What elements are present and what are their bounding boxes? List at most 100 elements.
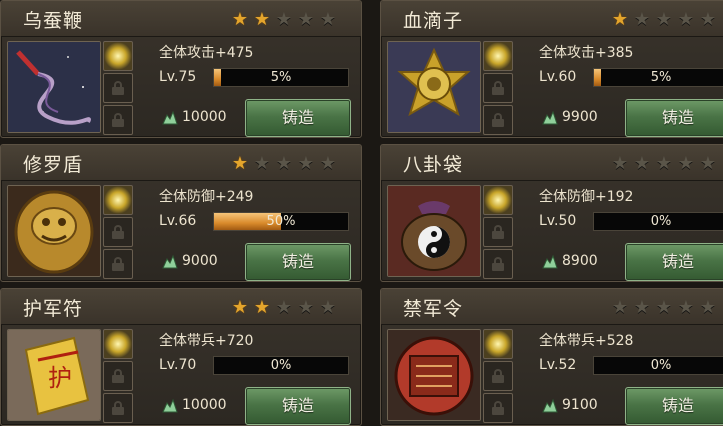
lock-icon xyxy=(492,257,504,271)
forge-button[interactable]: 铸造 xyxy=(245,243,351,281)
star-icon: ★ xyxy=(319,297,337,318)
lock-icon xyxy=(492,369,504,383)
card-title-bar: 血滴子 ★ ★ ★ ★ ★ xyxy=(381,1,723,37)
equipment-card: 禁军令 ★ ★ ★ ★ ★ 全体带兵+528 Lv.52 0% 9100 铸造 xyxy=(380,288,723,426)
gem-slot-icon[interactable] xyxy=(483,185,513,215)
card-title-bar: 护军符 ★ ★ ★ ★ ★ xyxy=(1,289,361,325)
star-icon: ★ xyxy=(633,9,651,30)
progress-bar: 0% xyxy=(593,212,723,231)
star-rating: ★ ★ ★ ★ ★ xyxy=(229,298,339,318)
star-icon: ★ xyxy=(655,9,673,30)
forge-cost: 10000 xyxy=(182,109,227,125)
locked-slot[interactable] xyxy=(483,217,513,247)
star-icon: ★ xyxy=(297,297,315,318)
progress-bar: 0% xyxy=(213,356,349,375)
locked-slot[interactable] xyxy=(103,73,133,103)
forge-cost: 9900 xyxy=(562,109,598,125)
progress-percent: 0% xyxy=(650,358,672,373)
stat-bonus: 全体带兵+528 xyxy=(539,333,634,349)
star-icon: ★ xyxy=(319,153,337,174)
level-label: Lv.52 xyxy=(539,357,577,373)
forge-button[interactable]: 铸造 xyxy=(625,387,723,425)
locked-slot[interactable] xyxy=(103,393,133,423)
equipment-card: 八卦袋 ★ ★ ★ ★ ★ 全体防御+192 Lv.50 0% 8900 铸造 xyxy=(380,144,723,282)
locked-slot[interactable] xyxy=(483,393,513,423)
star-icon: ★ xyxy=(699,153,717,174)
talisman-icon[interactable]: 护 xyxy=(7,329,101,421)
level-label: Lv.75 xyxy=(159,69,197,85)
level-label: Lv.66 xyxy=(159,213,197,229)
flying-guillotine-icon[interactable] xyxy=(387,41,481,133)
gem-slot-icon[interactable] xyxy=(103,185,133,215)
star-icon: ★ xyxy=(253,9,271,30)
star-icon: ★ xyxy=(253,297,271,318)
star-icon: ★ xyxy=(231,9,249,30)
lock-icon xyxy=(492,225,504,239)
equipment-name: 乌蚕鞭 xyxy=(23,10,84,32)
gem-slot-icon[interactable] xyxy=(103,329,133,359)
gem-slots xyxy=(483,41,513,137)
progress-bar: 0% xyxy=(593,356,723,375)
star-icon: ★ xyxy=(611,297,629,318)
lock-icon xyxy=(112,257,124,271)
material-icon xyxy=(542,398,558,413)
star-icon: ★ xyxy=(699,297,717,318)
star-rating: ★ ★ ★ ★ ★ xyxy=(229,154,339,174)
card-title-bar: 修罗盾 ★ ★ ★ ★ ★ xyxy=(1,145,361,181)
equipment-name: 八卦袋 xyxy=(403,154,464,176)
forge-button[interactable]: 铸造 xyxy=(625,243,723,281)
locked-slot[interactable] xyxy=(483,361,513,391)
star-icon: ★ xyxy=(633,297,651,318)
star-icon: ★ xyxy=(231,297,249,318)
star-icon: ★ xyxy=(275,153,293,174)
gem-slot-icon[interactable] xyxy=(103,41,133,71)
bagua-bag-icon[interactable] xyxy=(387,185,481,277)
equipment-name: 修罗盾 xyxy=(23,154,84,176)
star-icon: ★ xyxy=(677,9,695,30)
equipment-card: 护军符 ★ ★ ★ ★ ★ 护全体带兵+720 Lv.70 0% 10000 铸造 xyxy=(0,288,362,426)
forge-cost: 9100 xyxy=(562,397,598,413)
star-rating: ★ ★ ★ ★ ★ xyxy=(609,298,719,318)
progress-bar: 5% xyxy=(593,68,723,87)
stat-bonus: 全体攻击+475 xyxy=(159,45,254,61)
equipment-card: 修罗盾 ★ ★ ★ ★ ★ 全体防御+249 Lv.66 50% 9000 铸造 xyxy=(0,144,362,282)
lock-icon xyxy=(112,369,124,383)
locked-slot[interactable] xyxy=(103,361,133,391)
material-icon xyxy=(162,110,178,125)
svg-text:护: 护 xyxy=(48,364,72,392)
progress-percent: 0% xyxy=(270,358,292,373)
lock-icon xyxy=(112,225,124,239)
lock-icon xyxy=(112,81,124,95)
material-icon xyxy=(162,254,178,269)
gem-slot-icon[interactable] xyxy=(483,41,513,71)
star-icon: ★ xyxy=(231,153,249,174)
forge-cost: 10000 xyxy=(182,397,227,413)
locked-slot[interactable] xyxy=(103,105,133,135)
forge-button[interactable]: 铸造 xyxy=(245,387,351,425)
star-icon: ★ xyxy=(611,9,629,30)
forge-cost: 8900 xyxy=(562,253,598,269)
command-token-icon[interactable] xyxy=(387,329,481,421)
material-icon xyxy=(162,398,178,413)
star-icon: ★ xyxy=(699,9,717,30)
stat-bonus: 全体防御+192 xyxy=(539,189,634,205)
shield-icon[interactable] xyxy=(7,185,101,277)
star-icon: ★ xyxy=(655,153,673,174)
progress-percent: 5% xyxy=(650,70,672,85)
forge-button[interactable]: 铸造 xyxy=(245,99,351,137)
locked-slot[interactable] xyxy=(483,73,513,103)
whip-icon[interactable] xyxy=(7,41,101,133)
locked-slot[interactable] xyxy=(483,249,513,279)
progress-percent: 5% xyxy=(270,70,292,85)
forge-button[interactable]: 铸造 xyxy=(625,99,723,137)
lock-icon xyxy=(492,401,504,415)
locked-slot[interactable] xyxy=(103,249,133,279)
gem-slot-icon[interactable] xyxy=(483,329,513,359)
progress-percent: 0% xyxy=(650,214,672,229)
gem-slots xyxy=(103,329,133,425)
locked-slot[interactable] xyxy=(483,105,513,135)
stat-bonus: 全体防御+249 xyxy=(159,189,254,205)
equipment-card: 血滴子 ★ ★ ★ ★ ★ 全体攻击+385 Lv.60 5% 9900 铸造 xyxy=(380,0,723,138)
locked-slot[interactable] xyxy=(103,217,133,247)
equipment-card: 乌蚕鞭 ★ ★ ★ ★ ★ 全体攻击+475 Lv.75 5% 10000 铸造 xyxy=(0,0,362,138)
